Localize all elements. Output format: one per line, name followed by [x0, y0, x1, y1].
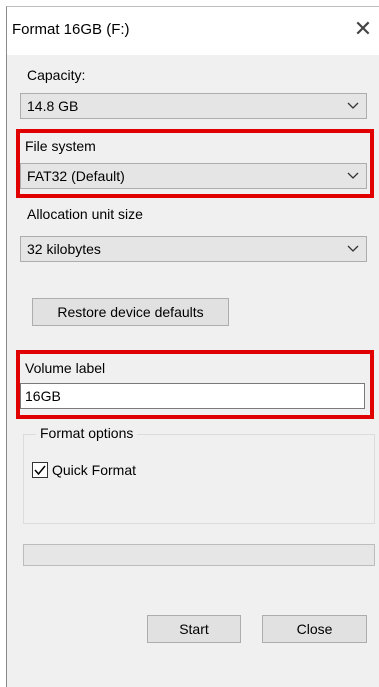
- format-options-label: Format options: [36, 425, 138, 441]
- close-icon[interactable]: ✕: [351, 17, 375, 41]
- window-title: Format 16GB (F:): [12, 21, 130, 38]
- format-progress-bar: [23, 544, 375, 566]
- start-button[interactable]: Start: [147, 615, 241, 643]
- file-system-value: FAT32 (Default): [27, 168, 125, 184]
- file-system-dropdown[interactable]: FAT32 (Default): [20, 163, 367, 189]
- allocation-unit-value: 32 kilobytes: [27, 241, 101, 257]
- volume-label-input[interactable]: 16GB: [20, 383, 365, 409]
- quick-format-checkbox[interactable]: [32, 462, 48, 478]
- volume-label-value: 16GB: [25, 388, 61, 404]
- capacity-value: 14.8 GB: [27, 98, 79, 114]
- format-options-group: [23, 434, 375, 524]
- close-button[interactable]: Close: [262, 615, 367, 643]
- allocation-unit-label: Allocation unit size: [27, 206, 143, 222]
- chevron-down-icon: [347, 172, 359, 179]
- title-bar: Format 16GB (F:) ✕: [7, 7, 379, 55]
- volume-label-caption: Volume label: [25, 360, 106, 376]
- capacity-dropdown[interactable]: 14.8 GB: [20, 93, 367, 119]
- chevron-down-icon: [347, 245, 359, 252]
- chevron-down-icon: [347, 102, 359, 109]
- capacity-label: Capacity:: [27, 67, 86, 83]
- restore-defaults-button[interactable]: Restore device defaults: [32, 298, 229, 326]
- quick-format-label: Quick Format: [52, 462, 137, 478]
- file-system-label: File system: [25, 138, 96, 154]
- checkmark-icon: [34, 465, 46, 476]
- allocation-unit-dropdown[interactable]: 32 kilobytes: [20, 236, 367, 262]
